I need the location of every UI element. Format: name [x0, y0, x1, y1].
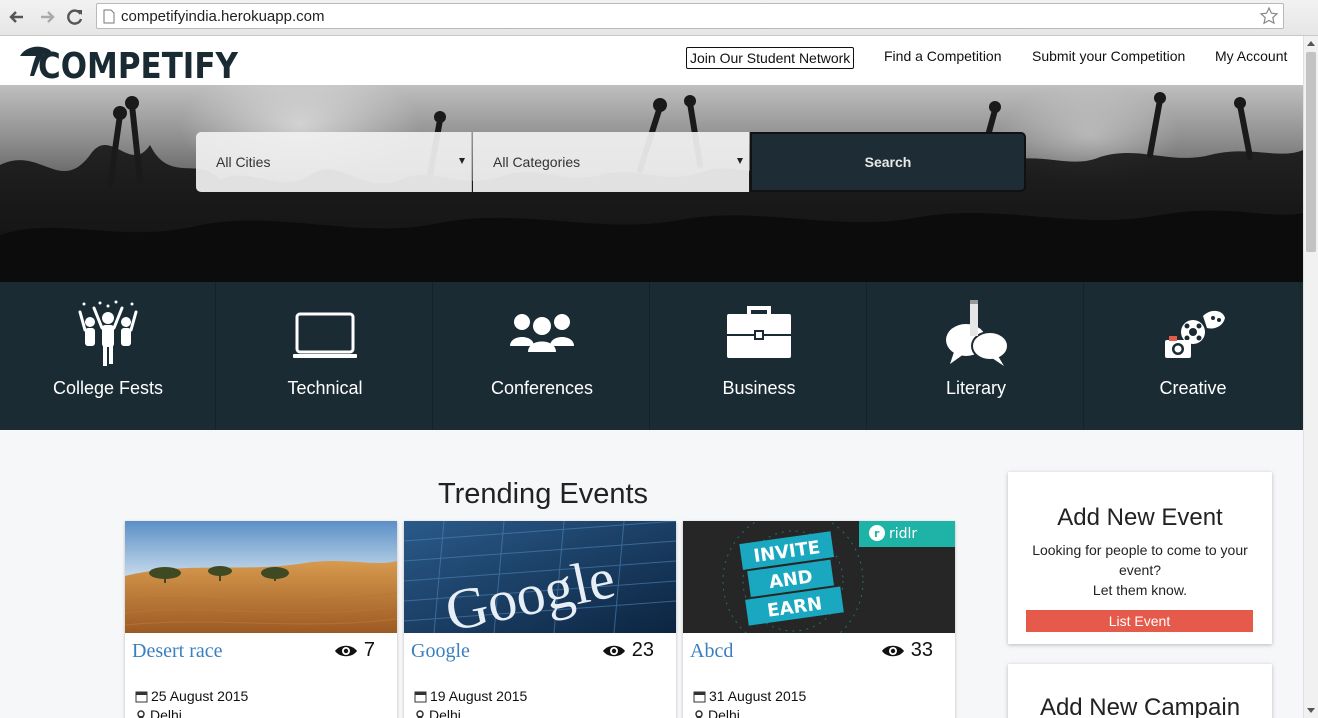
event-location-text: Delhi [150, 707, 182, 718]
event-views-count: 7 [363, 639, 375, 661]
chevron-down-icon [737, 158, 743, 164]
ridlr-brand: ridlr [889, 526, 917, 542]
category-conferences[interactable]: Conferences [434, 282, 650, 430]
svg-text:r: r [874, 527, 880, 540]
event-date: 25 August 2015 [135, 688, 248, 704]
event-views: 33 [881, 639, 933, 662]
event-views-count: 23 [631, 639, 654, 661]
calendar-icon [135, 691, 148, 703]
category-literary[interactable]: Literary [868, 282, 1084, 430]
url-text[interactable]: competifyindia.herokuapp.com [121, 8, 324, 25]
location-pin-icon [137, 710, 145, 718]
category-college-fests[interactable]: College Fests [0, 282, 216, 430]
creative-icon [1157, 300, 1229, 368]
scroll-up-icon[interactable] [1307, 41, 1315, 46]
eye-icon [881, 645, 904, 657]
location-pin-icon [416, 710, 424, 718]
category-creative[interactable]: Creative [1085, 282, 1301, 430]
event-image-google[interactable]: Google [404, 521, 676, 633]
event-location: Delhi [693, 707, 740, 718]
college-fests-icon [72, 300, 144, 368]
event-card-desert-race[interactable]: Desert race 7 25 August 2015 Delhi [125, 521, 397, 718]
category-technical[interactable]: Technical [217, 282, 433, 430]
category-label: Creative [1159, 378, 1227, 398]
city-select-value: All Cities [216, 154, 271, 170]
scroll-thumb[interactable] [1306, 52, 1316, 252]
category-select[interactable]: All Categories [473, 132, 749, 192]
event-date-text: 25 August 2015 [151, 688, 249, 704]
back-icon[interactable] [6, 6, 28, 28]
scroll-down-icon[interactable] [1307, 708, 1315, 713]
site-header: COMPETIFY Join Our Student Network Find … [0, 36, 1303, 87]
search-bar: All Cities All Categories Search [196, 132, 1026, 192]
page-scrollbar[interactable] [1303, 36, 1318, 718]
trending-events-heading: Trending Events [437, 478, 649, 510]
add-campaign-title: Add New Campain [1039, 694, 1241, 718]
list-event-button[interactable]: List Event [1026, 610, 1253, 632]
calendar-icon [693, 691, 706, 703]
event-views: 23 [602, 639, 654, 662]
browser-toolbar: competifyindia.herokuapp.com [0, 0, 1318, 36]
bookmark-star-icon[interactable] [1259, 6, 1279, 31]
forward-icon[interactable] [36, 6, 58, 28]
add-event-box: Add New Event Looking for people to come… [1008, 472, 1272, 644]
add-campaign-box: Add New Campain [1008, 664, 1272, 718]
laptop-icon [289, 300, 361, 368]
category-select-value: All Categories [493, 154, 581, 170]
event-date: 19 August 2015 [414, 688, 527, 704]
event-date: 31 August 2015 [693, 688, 806, 704]
page-viewport: COMPETIFY Join Our Student Network Find … [0, 36, 1303, 718]
event-location-text: Delhi [429, 707, 461, 718]
reload-icon[interactable] [64, 6, 86, 28]
category-bar: College Fests Technical Conferences Busi… [0, 282, 1303, 430]
nav-submit-competition[interactable]: Submit your Competition [1032, 48, 1185, 64]
event-date-text: 19 August 2015 [430, 688, 528, 704]
speech-bubbles-icon [940, 300, 1012, 368]
event-title-link[interactable]: Google [411, 640, 470, 663]
event-title-link[interactable]: Abcd [690, 640, 733, 663]
location-pin-icon [695, 710, 703, 718]
event-date-text: 31 August 2015 [709, 688, 807, 704]
logo-text: COMPETIFY [38, 46, 238, 87]
nav-join-student-network[interactable]: Join Our Student Network [686, 47, 855, 69]
city-select[interactable]: All Cities [196, 132, 472, 192]
event-location: Delhi [414, 707, 461, 718]
add-event-title: Add New Event [1057, 504, 1223, 531]
hero-banner: All Cities All Categories Search [0, 85, 1303, 282]
search-button[interactable]: Search [750, 132, 1026, 192]
event-views-count: 33 [910, 639, 933, 661]
add-event-tagline: Let them know. [1092, 582, 1188, 598]
add-event-description: Looking for people to come to your event… [1032, 542, 1248, 578]
eye-icon [602, 645, 625, 657]
category-label: Literary [945, 378, 1007, 398]
category-business[interactable]: Business [651, 282, 867, 430]
event-location: Delhi [135, 707, 182, 718]
page-icon [103, 9, 115, 29]
category-label: Business [722, 378, 796, 398]
event-views: 7 [334, 639, 375, 662]
category-label: College Fests [52, 378, 164, 398]
event-image-invite-and-earn[interactable]: r ridlr INVITE AND EARN [683, 521, 955, 633]
nav-find-competition[interactable]: Find a Competition [884, 48, 1002, 64]
calendar-icon [414, 691, 427, 703]
category-label: Conferences [490, 378, 594, 398]
event-title-link[interactable]: Desert race [132, 640, 223, 663]
chevron-down-icon [459, 158, 465, 164]
address-bar[interactable]: competifyindia.herokuapp.com [96, 3, 1284, 29]
briefcase-icon [723, 300, 795, 368]
event-image-desert[interactable] [125, 521, 397, 633]
event-location-text: Delhi [708, 707, 740, 718]
nav-my-account[interactable]: My Account [1215, 48, 1287, 64]
event-card-abcd[interactable]: r ridlr INVITE AND EARN Abcd 33 31 Augus… [683, 521, 955, 718]
category-label: Technical [287, 378, 363, 398]
eye-icon [334, 645, 357, 657]
people-icon [506, 300, 578, 368]
event-card-google[interactable]: Google Google 23 19 August 2015 Delhi [404, 521, 676, 718]
